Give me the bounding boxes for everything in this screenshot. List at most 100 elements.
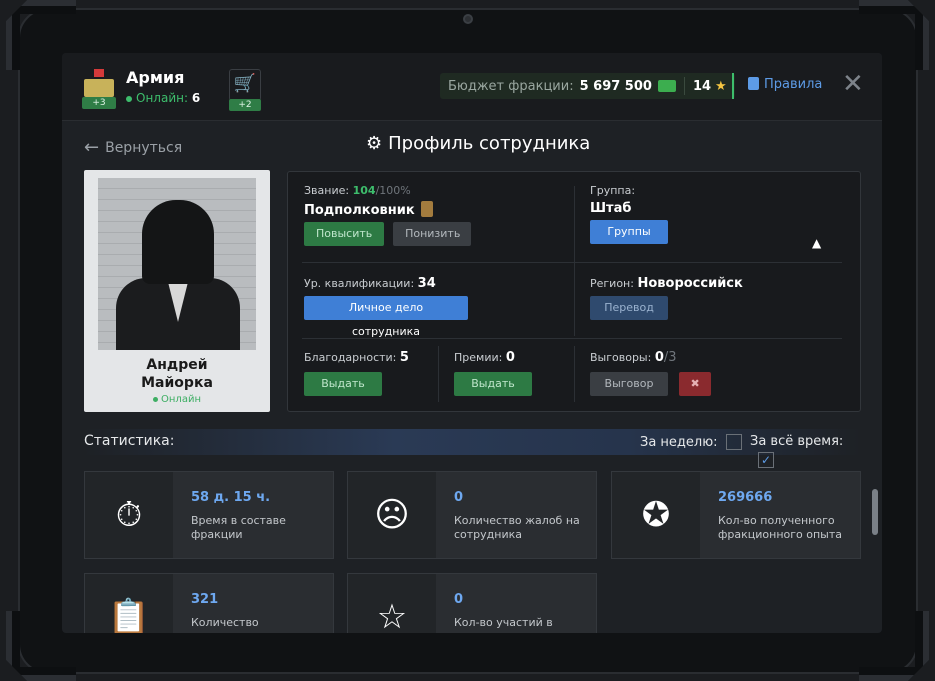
rules-label: Правила — [764, 77, 823, 92]
arrow-left-icon: ← — [84, 137, 100, 158]
region-row: Регион: Новороссийск — [590, 276, 743, 291]
stat-value: 321 — [191, 592, 219, 607]
rank-progress: 104 — [352, 184, 376, 197]
group-section: Группа: Штаб Группы — [590, 184, 668, 244]
stat-description: Время в составе фракции — [191, 514, 286, 541]
faction-icon[interactable]: +3 — [80, 67, 118, 109]
reprimand-label: Выговоры: — [590, 351, 652, 364]
rank-section: Звание: 104/100% Подполковник Повысить П… — [304, 184, 472, 246]
employee-status-text: Онлайн — [161, 394, 201, 405]
stat-description: Кол-во участий в — [454, 616, 553, 629]
group-label: Группа: — [590, 184, 636, 197]
week-checkbox[interactable] — [725, 434, 742, 450]
camera-icon — [463, 14, 473, 24]
reprimand-row: Выговоры: 0/3 — [590, 350, 711, 365]
region-label: Регион: — [590, 277, 634, 290]
faction-budget: Бюджет фракции: 5 697 500 14 ★ — [440, 73, 735, 99]
divider — [302, 338, 842, 339]
promote-button[interactable]: Повысить — [304, 222, 384, 246]
week-filter[interactable]: За неделю: — [640, 434, 742, 450]
personal-file-button[interactable]: Личное дело сотрудника — [304, 296, 468, 338]
stopwatch-icon: ⏱ — [85, 472, 173, 558]
flag-icon — [94, 69, 104, 77]
statistics-header: Статистика: За неделю: За всё время: ✓ — [84, 429, 860, 468]
cart-icon: 🛒 — [233, 73, 257, 94]
stars-value: 14 — [692, 78, 712, 94]
rank-name: Подполковник — [304, 203, 415, 218]
region-name: Новороссийск — [637, 276, 743, 291]
scrollbar-thumb[interactable] — [872, 489, 878, 535]
groups-button[interactable]: Группы — [590, 220, 668, 244]
employee-photo — [98, 178, 256, 350]
employee-name-line1: Андрей — [146, 357, 208, 373]
transfer-button[interactable]: Перевод — [590, 296, 668, 320]
gear-icon: ⚙ — [366, 133, 383, 154]
close-icon[interactable]: ✕ — [842, 69, 864, 99]
thanks-row: Благодарности: 5 — [304, 350, 409, 365]
budget-label: Бюджет фракции: — [448, 78, 574, 94]
bonus-value: 0 — [505, 350, 515, 365]
stat-description: Количество жалоб на сотрудника — [454, 514, 580, 541]
divider — [438, 346, 439, 402]
stat-card: ✪ 269666 Кол-во полученного фракционного… — [611, 471, 861, 559]
online-label: Онлайн: — [136, 91, 189, 105]
all-time-filter[interactable]: За всё время: ✓ — [750, 434, 860, 468]
rank-label: Звание: — [304, 184, 350, 197]
remove-user-button[interactable]: ✖ — [679, 372, 712, 396]
remove-user-icon: ✖ — [690, 377, 700, 390]
employee-photo-card: Андрей Майорка Онлайн — [84, 170, 270, 412]
reprimand-button[interactable]: Выговор — [590, 372, 668, 396]
reprimand-max: /3 — [663, 350, 677, 365]
back-button[interactable]: ← Вернуться — [84, 137, 182, 158]
stat-card: ☹ 0 Количество жалоб на сотрудника — [347, 471, 597, 559]
thanks-section: Благодарности: 5 Выдать — [304, 350, 409, 396]
page-title-text: Профиль сотрудника — [388, 133, 591, 154]
page-title: ⚙ Профиль сотрудника — [366, 133, 590, 154]
qualification-row: Ур. квалификации: 34 — [304, 276, 468, 291]
star-icon: ★ — [715, 78, 727, 94]
group-name: Штаб — [590, 201, 632, 216]
week-label: За неделю: — [640, 435, 718, 450]
thanks-value: 5 — [399, 350, 409, 365]
bonus-label: Премии: — [454, 351, 503, 364]
stat-value: 0 — [454, 490, 464, 505]
divider — [732, 73, 734, 99]
qualification-section: Ур. квалификации: 34 Личное дело сотрудн… — [304, 276, 468, 339]
rank-max: /100% — [375, 184, 411, 197]
online-dot-icon — [126, 95, 132, 102]
employee-name: Андрей Майорка — [84, 356, 270, 392]
stat-description: Количество — [191, 616, 259, 629]
bonus-row: Премии: 0 — [454, 350, 532, 365]
tablet-screen: +3 Армия Онлайн: 6 🛒 +2 Бюджет фракции: … — [62, 53, 882, 633]
document-icon — [748, 77, 759, 90]
back-label: Вернуться — [105, 140, 183, 156]
faction-name: Армия — [126, 68, 185, 87]
complaint-icon: ☹ — [348, 472, 436, 558]
cart-button[interactable]: 🛒 — [229, 69, 261, 101]
reprimand-section: Выговоры: 0/3 Выговор ✖ — [590, 350, 712, 396]
stat-value: 269666 — [718, 490, 773, 505]
divider — [302, 262, 842, 263]
stat-value: 0 — [454, 592, 464, 607]
photo-helmet — [142, 200, 214, 284]
give-thanks-button[interactable]: Выдать — [304, 372, 382, 396]
stat-value: 58 д. 15 ч. — [191, 490, 271, 505]
building-icon — [84, 79, 114, 97]
rules-link[interactable]: Правила — [748, 77, 822, 92]
mouse-cursor-icon: ▲ — [812, 236, 822, 250]
stat-description: Кол-во полученного фракционного опыта — [718, 514, 843, 541]
rank-insignia-icon — [420, 201, 433, 217]
budget-value: 5 697 500 — [579, 78, 652, 94]
all-time-label: За всё время: — [750, 434, 844, 449]
star-icon: ☆ — [348, 574, 436, 633]
faction-badge: +3 — [82, 97, 116, 109]
online-dot-icon — [153, 396, 159, 402]
cart-badge: +2 — [229, 99, 261, 111]
stat-card: ☆ 0 Кол-во участий в — [347, 573, 597, 633]
give-bonus-button[interactable]: Выдать — [454, 372, 532, 396]
rank-label-row: Звание: 104/100% — [304, 184, 471, 197]
demote-button[interactable]: Понизить — [393, 222, 472, 246]
rank-buttons: Повысить Понизить — [304, 222, 472, 246]
money-icon — [657, 80, 676, 92]
all-time-checkbox[interactable]: ✓ — [758, 452, 774, 468]
